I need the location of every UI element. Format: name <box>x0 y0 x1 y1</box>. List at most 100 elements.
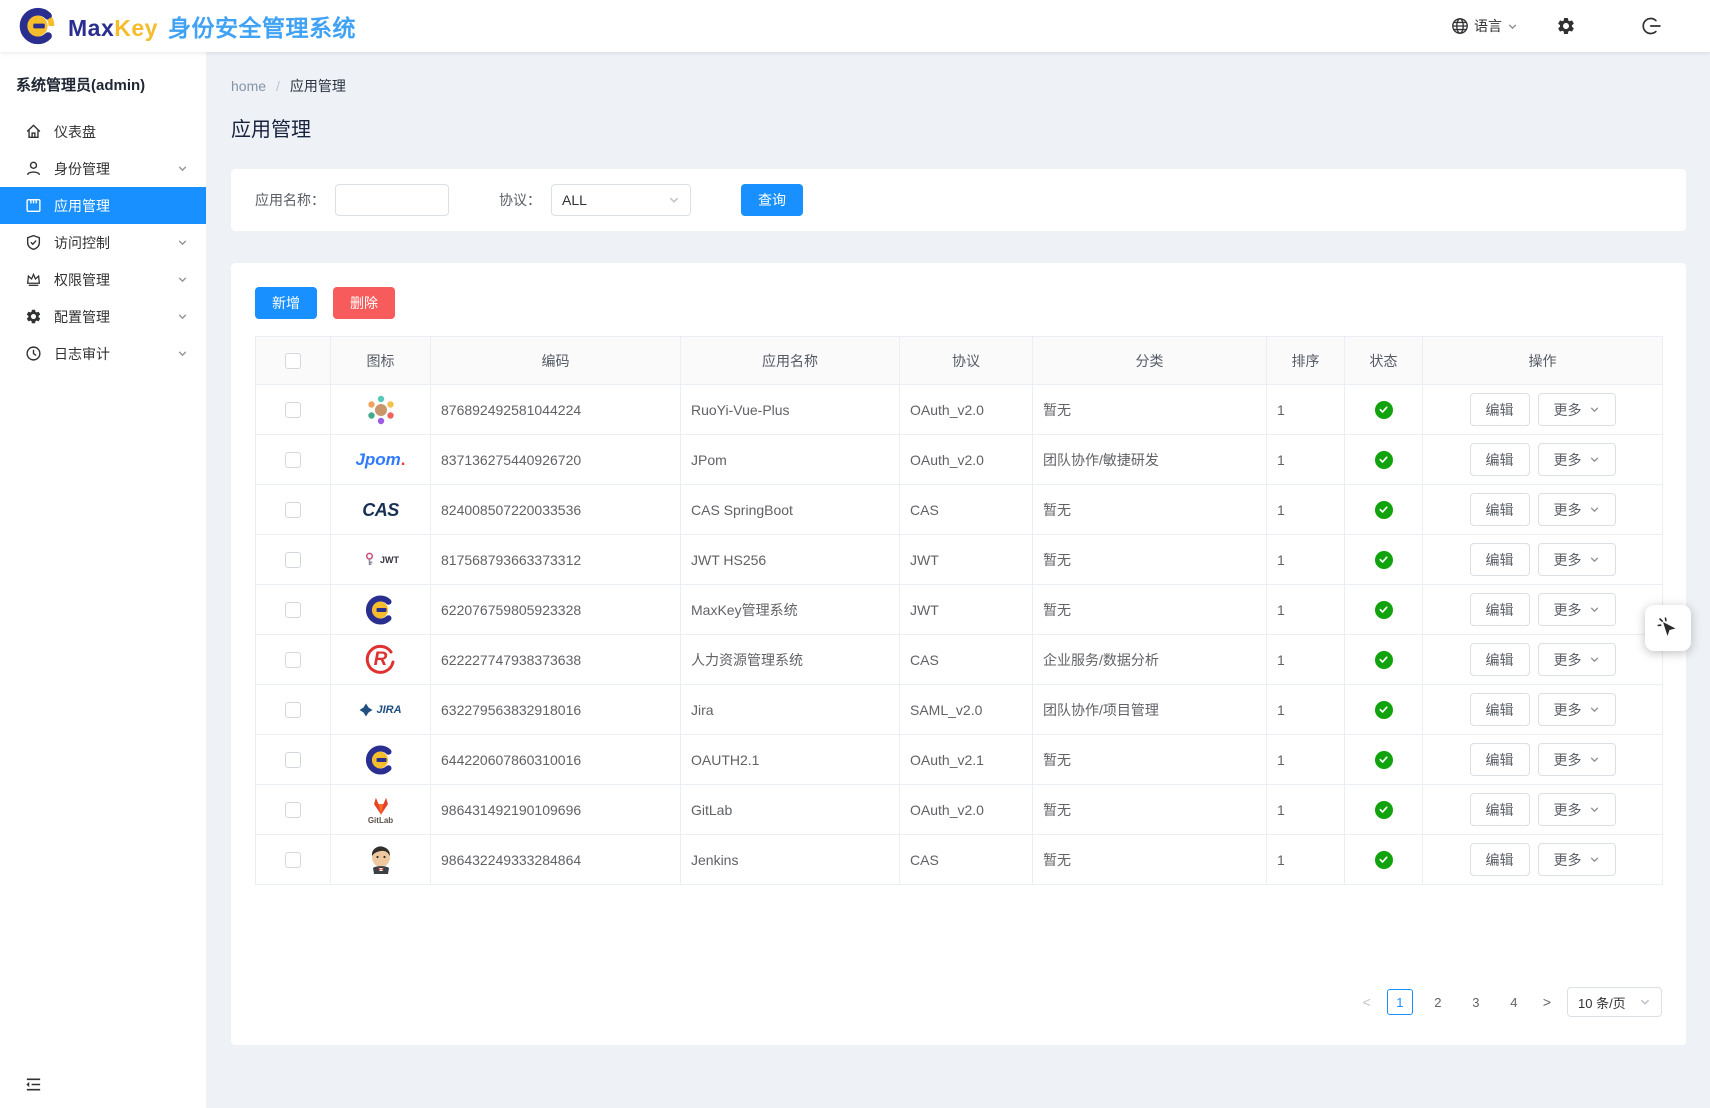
more-button[interactable]: 更多 <box>1538 593 1616 626</box>
edit-button[interactable]: 编辑 <box>1470 793 1530 826</box>
row-checkbox[interactable] <box>285 452 301 468</box>
app-sort: 1 <box>1267 485 1345 535</box>
row-checkbox[interactable] <box>285 702 301 718</box>
sidebar-collapse-button[interactable] <box>24 1075 43 1094</box>
pagination-page-3[interactable]: 3 <box>1463 989 1489 1015</box>
delete-button[interactable]: 删除 <box>333 287 395 319</box>
chevron-down-icon <box>1589 454 1600 465</box>
breadcrumb: home / 应用管理 <box>231 76 1686 96</box>
pagination-prev[interactable]: < <box>1363 994 1371 1010</box>
pagination: < 1234 > 10 条/页 <box>255 987 1662 1017</box>
sidebar-item-permissions[interactable]: 权限管理 <box>0 261 206 298</box>
table-row: JWT817568793663373312JWT HS256JWT暂无1编辑更多 <box>256 535 1663 585</box>
row-checkbox[interactable] <box>285 552 301 568</box>
hr-logo: R <box>331 635 430 684</box>
sidebar-item-identity[interactable]: 身份管理 <box>0 150 206 187</box>
sidebar: 系统管理员(admin) 仪表盘身份管理应用管理访问控制权限管理配置管理日志审计 <box>0 52 207 1108</box>
edit-button[interactable]: 编辑 <box>1470 743 1530 776</box>
row-checkbox[interactable] <box>285 852 301 868</box>
row-checkbox[interactable] <box>285 752 301 768</box>
table-body: 876892492581044224RuoYi-Vue-PlusOAuth_v2… <box>256 385 1663 885</box>
app-category: 暂无 <box>1033 385 1267 435</box>
edit-button[interactable]: 编辑 <box>1470 643 1530 676</box>
jwt-logo: JWT <box>331 535 430 584</box>
table-row: R622227747938373638人力资源管理系统CAS企业服务/数据分析1… <box>256 635 1663 685</box>
more-button[interactable]: 更多 <box>1538 493 1616 526</box>
app-protocol: OAuth_v2.1 <box>900 735 1033 785</box>
app-protocol: OAuth_v2.0 <box>900 435 1033 485</box>
pagination-pages: 1234 <box>1381 989 1533 1015</box>
floating-tool-button[interactable] <box>1645 605 1691 651</box>
sidebar-item-dashboard[interactable]: 仪表盘 <box>0 113 206 150</box>
row-checkbox[interactable] <box>285 652 301 668</box>
protocol-select[interactable]: ALL <box>551 184 691 216</box>
chevron-down-icon <box>1589 804 1600 815</box>
more-button[interactable]: 更多 <box>1538 793 1616 826</box>
app-protocol: SAML_v2.0 <box>900 685 1033 735</box>
app-name-input[interactable] <box>335 184 449 216</box>
edit-button[interactable]: 编辑 <box>1470 543 1530 576</box>
select-all-checkbox[interactable] <box>285 353 301 369</box>
pagination-page-4[interactable]: 4 <box>1501 989 1527 1015</box>
col-code: 编码 <box>431 337 681 385</box>
table-row: 876892492581044224RuoYi-Vue-PlusOAuth_v2… <box>256 385 1663 435</box>
pagination-page-1[interactable]: 1 <box>1387 989 1413 1015</box>
app-sort: 1 <box>1267 735 1345 785</box>
app-category: 企业服务/数据分析 <box>1033 635 1267 685</box>
maxkey-logo <box>331 735 430 784</box>
current-user-label: 系统管理员(admin) <box>0 52 206 105</box>
app-sort: 1 <box>1267 585 1345 635</box>
language-menu[interactable]: 语言 <box>1451 16 1518 36</box>
more-button[interactable]: 更多 <box>1538 743 1616 776</box>
add-button[interactable]: 新增 <box>255 287 317 319</box>
sidebar-item-config[interactable]: 配置管理 <box>0 298 206 335</box>
row-checkbox[interactable] <box>285 502 301 518</box>
table-panel: 新增 删除 图标 编码 应用名称 协议 分类 排序 状态 操作 <box>231 263 1686 1045</box>
page-size-select[interactable]: 10 条/页 <box>1567 987 1662 1017</box>
edit-button[interactable]: 编辑 <box>1470 843 1530 876</box>
chevron-down-icon <box>1639 996 1651 1008</box>
app-name: OAUTH2.1 <box>681 735 900 785</box>
sidebar-item-audit[interactable]: 日志审计 <box>0 335 206 372</box>
pen-cursor-icon <box>1656 616 1680 640</box>
jira-logo: JIRA <box>331 685 430 734</box>
edit-button[interactable]: 编辑 <box>1470 593 1530 626</box>
sidebar-item-access[interactable]: 访问控制 <box>0 224 206 261</box>
more-button[interactable]: 更多 <box>1538 643 1616 676</box>
search-button[interactable]: 查询 <box>741 184 803 216</box>
brand: MaxKey身份安全管理系统 <box>18 5 356 47</box>
edit-button[interactable]: 编辑 <box>1470 493 1530 526</box>
app-category: 暂无 <box>1033 485 1267 535</box>
more-button[interactable]: 更多 <box>1538 693 1616 726</box>
chevron-down-icon <box>668 194 680 206</box>
more-button[interactable]: 更多 <box>1538 443 1616 476</box>
app-code: 817568793663373312 <box>431 535 681 585</box>
edit-button[interactable]: 编辑 <box>1470 443 1530 476</box>
more-button[interactable]: 更多 <box>1538 393 1616 426</box>
chevron-down-icon <box>1589 404 1600 415</box>
status-enabled-icon <box>1375 451 1393 469</box>
sidebar-item-apps[interactable]: 应用管理 <box>0 187 206 224</box>
row-checkbox[interactable] <box>285 402 301 418</box>
edit-button[interactable]: 编辑 <box>1470 393 1530 426</box>
col-status: 状态 <box>1345 337 1423 385</box>
table-row: JIRA632279563832918016JiraSAML_v2.0团队协作/… <box>256 685 1663 735</box>
main-content: home / 应用管理 应用管理 应用名称： 协议： ALL 查询 新增 删除 <box>207 52 1710 1108</box>
chevron-down-icon <box>1507 21 1518 32</box>
table-header-row: 图标 编码 应用名称 协议 分类 排序 状态 操作 <box>256 337 1663 385</box>
more-button[interactable]: 更多 <box>1538 543 1616 576</box>
edit-button[interactable]: 编辑 <box>1470 693 1530 726</box>
settings-gear-icon[interactable] <box>1556 16 1576 36</box>
app-sort: 1 <box>1267 785 1345 835</box>
row-checkbox[interactable] <box>285 602 301 618</box>
pagination-page-2[interactable]: 2 <box>1425 989 1451 1015</box>
row-checkbox[interactable] <box>285 802 301 818</box>
app-protocol: CAS <box>900 485 1033 535</box>
logout-icon[interactable] <box>1642 16 1662 36</box>
table-row: CAS824008507220033536CAS SpringBootCAS暂无… <box>256 485 1663 535</box>
app-category: 暂无 <box>1033 735 1267 785</box>
pagination-next[interactable]: > <box>1543 994 1551 1010</box>
app-code: 622076759805923328 <box>431 585 681 635</box>
breadcrumb-home-link[interactable]: home <box>231 78 266 94</box>
more-button[interactable]: 更多 <box>1538 843 1616 876</box>
